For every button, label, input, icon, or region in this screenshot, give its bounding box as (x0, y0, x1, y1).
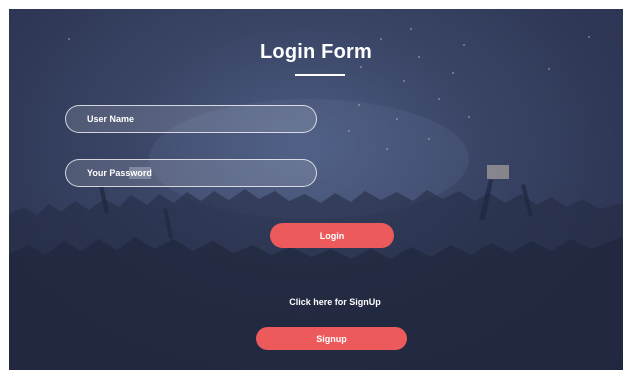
username-input[interactable] (65, 105, 317, 133)
login-page: Login Form Login Click here for SignUp S… (9, 9, 623, 370)
login-button[interactable]: Login (270, 223, 394, 248)
page-title: Login Form (260, 41, 372, 63)
title-underline (295, 74, 345, 76)
signup-prompt: Click here for SignUp (289, 297, 381, 307)
password-input[interactable] (65, 159, 317, 187)
signup-button[interactable]: Signup (256, 327, 407, 350)
